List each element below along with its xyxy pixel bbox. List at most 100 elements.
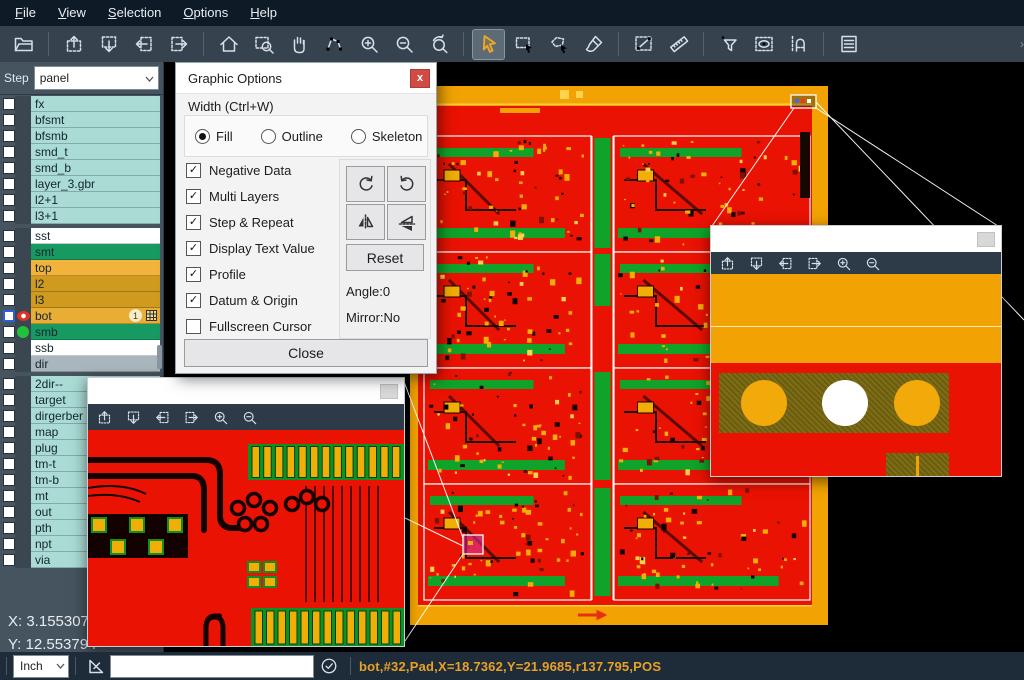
layer-row-ssb[interactable]: ssb — [0, 340, 160, 356]
layer-row-bot[interactable]: bot1 — [0, 308, 160, 324]
pan-left-icon[interactable] — [154, 409, 171, 426]
layer-row-smb[interactable]: smb — [0, 324, 160, 340]
menu-view[interactable]: View — [47, 0, 97, 26]
layer-row-l3+1[interactable]: l3+1 — [0, 208, 160, 224]
layer-checkbox[interactable] — [3, 114, 15, 126]
layer-checkbox[interactable] — [3, 194, 15, 206]
open-project-icon[interactable] — [8, 30, 39, 59]
reset-button[interactable]: Reset — [346, 244, 424, 271]
step-select[interactable]: panel — [34, 66, 159, 90]
magnifier-pcb-view[interactable] — [88, 430, 404, 646]
radio-fill[interactable]: Fill — [195, 129, 233, 144]
layer-row-smd_t[interactable]: smd_t — [0, 144, 160, 160]
pan-left-icon[interactable] — [128, 30, 159, 59]
rotate-ccw-button[interactable] — [387, 166, 426, 202]
magnifier-titlebar[interactable] — [711, 226, 1001, 252]
layer-checkbox[interactable] — [3, 178, 15, 190]
layer-checkbox[interactable] — [3, 294, 15, 306]
checkbox-multi-layers[interactable]: ✓Multi Layers — [186, 183, 336, 209]
snap-icon[interactable] — [783, 30, 814, 59]
command-input[interactable] — [110, 655, 314, 678]
dialog-close-button[interactable]: Close — [184, 339, 428, 367]
zoom-previous-icon[interactable] — [423, 30, 454, 59]
pan-left-icon[interactable] — [777, 255, 794, 272]
checkbox-profile[interactable]: ✓Profile — [186, 261, 336, 287]
layer-checkbox[interactable] — [3, 326, 15, 338]
layer-row-l2+1[interactable]: l2+1 — [0, 192, 160, 208]
pan-down-icon[interactable] — [748, 255, 765, 272]
layer-row-smd_b[interactable]: smd_b — [0, 160, 160, 176]
layer-checkbox[interactable] — [3, 522, 15, 534]
layer-row-layer_3.gbr[interactable]: layer_3.gbr — [0, 176, 160, 192]
layer-checkbox[interactable] — [3, 474, 15, 486]
pan-down-icon[interactable] — [125, 409, 142, 426]
zoom-in-icon[interactable] — [212, 409, 229, 426]
layer-checkbox[interactable] — [3, 490, 15, 502]
zoom-window-icon[interactable] — [248, 30, 279, 59]
view-area-icon[interactable] — [748, 30, 779, 59]
layer-checkbox[interactable] — [3, 278, 15, 290]
magnifier-titlebar[interactable] — [88, 378, 404, 404]
pan-up-icon[interactable] — [96, 409, 113, 426]
mirror-vertical-button[interactable] — [387, 204, 426, 240]
layer-row-dir[interactable]: dir — [0, 356, 160, 372]
pan-hand-icon[interactable] — [283, 30, 314, 59]
layer-checkbox[interactable] — [3, 98, 15, 110]
select-rect-icon[interactable] — [508, 30, 539, 59]
layer-checkbox[interactable] — [3, 426, 15, 438]
pan-up-icon[interactable] — [719, 255, 736, 272]
close-icon[interactable]: x — [410, 69, 430, 88]
ruler-icon[interactable] — [663, 30, 694, 59]
layer-row-bfsmb[interactable]: bfsmb — [0, 128, 160, 144]
checkbox-negative-data[interactable]: ✓Negative Data — [186, 157, 336, 183]
checkbox-fullscreen-cursor[interactable]: Fullscreen Cursor — [186, 313, 336, 339]
layer-checkbox[interactable] — [3, 310, 15, 322]
checkbox-display-text-value[interactable]: ✓Display Text Value — [186, 235, 336, 261]
radio-outline[interactable]: Outline — [261, 129, 323, 144]
layer-checkbox[interactable] — [3, 394, 15, 406]
pan-down-icon[interactable] — [93, 30, 124, 59]
dialog-titlebar[interactable]: Graphic Options x — [176, 63, 436, 94]
layer-row-smt[interactable]: smt — [0, 244, 160, 260]
sidebar-scrollbar-thumb[interactable] — [157, 345, 162, 369]
menu-options[interactable]: Options — [172, 0, 239, 26]
layer-checkbox[interactable] — [3, 262, 15, 274]
clean-brush-icon[interactable] — [578, 30, 609, 59]
unit-select[interactable]: Inch — [13, 655, 69, 678]
layer-checkbox[interactable] — [3, 210, 15, 222]
layer-checkbox[interactable] — [3, 458, 15, 470]
layer-checkbox[interactable] — [3, 342, 15, 354]
zoom-out-icon[interactable] — [864, 255, 881, 272]
layer-row-bfsmt[interactable]: bfsmt — [0, 112, 160, 128]
apply-check-icon[interactable] — [320, 657, 338, 675]
pan-up-icon[interactable] — [58, 30, 89, 59]
layer-checkbox[interactable] — [3, 554, 15, 566]
mirror-horizontal-button[interactable] — [346, 204, 385, 240]
snap-angle-icon[interactable] — [86, 656, 106, 676]
measure-node-icon[interactable] — [318, 30, 349, 59]
filter-icon[interactable] — [713, 30, 744, 59]
layer-table-icon[interactable] — [833, 30, 864, 59]
layer-checkbox[interactable] — [3, 442, 15, 454]
checkbox-datum-origin[interactable]: ✓Datum & Origin — [186, 287, 336, 313]
rotate-cw-button[interactable] — [346, 166, 385, 202]
checkbox-step-repeat[interactable]: ✓Step & Repeat — [186, 209, 336, 235]
layer-checkbox[interactable] — [3, 230, 15, 242]
layer-checkbox[interactable] — [3, 538, 15, 550]
pan-right-icon[interactable] — [163, 30, 194, 59]
menu-help[interactable]: Help — [239, 0, 288, 26]
window-button[interactable] — [977, 232, 995, 247]
pan-right-icon[interactable] — [806, 255, 823, 272]
magnifier-pcb-view[interactable] — [711, 274, 1001, 476]
select-poly-icon[interactable] — [543, 30, 574, 59]
select-cursor-icon[interactable] — [473, 30, 504, 59]
layer-checkbox[interactable] — [3, 162, 15, 174]
layer-checkbox[interactable] — [3, 146, 15, 158]
toolbar-overflow-icon[interactable]: › — [1020, 37, 1024, 51]
layer-checkbox[interactable] — [3, 410, 15, 422]
zoom-in-icon[interactable] — [835, 255, 852, 272]
zoom-out-icon[interactable] — [241, 409, 258, 426]
layer-checkbox[interactable] — [3, 358, 15, 370]
pan-right-icon[interactable] — [183, 409, 200, 426]
layer-checkbox[interactable] — [3, 130, 15, 142]
